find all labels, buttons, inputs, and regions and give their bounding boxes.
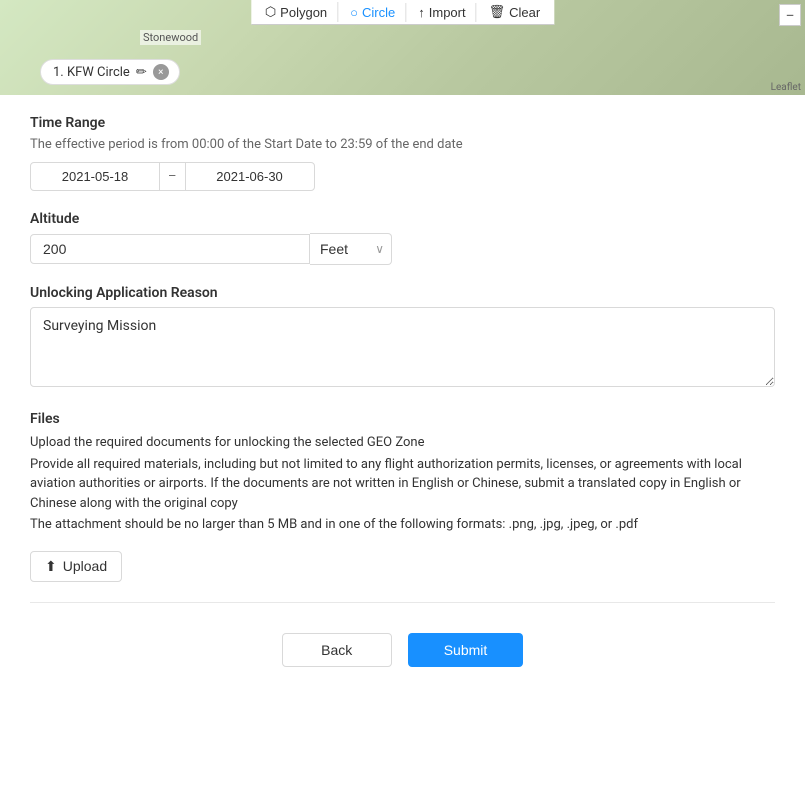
footer-buttons: Back Submit (30, 623, 775, 687)
time-range-section: Time Range The effective period is from … (30, 115, 775, 191)
clear-tool-button[interactable]: 🗑 Clear (479, 2, 551, 22)
altitude-input[interactable] (30, 234, 310, 264)
clear-label: Clear (509, 5, 540, 20)
import-icon: ↑ (418, 5, 425, 20)
upload-button[interactable]: ⬆ Upload (30, 551, 122, 582)
divider (30, 602, 775, 603)
time-range-label: Time Range (30, 115, 775, 131)
files-description-1: Upload the required documents for unlock… (30, 433, 775, 453)
map-container: ⬡ Polygon ○ Circle ↑ Import 🗑 Clear Ston… (0, 0, 805, 95)
end-date-input[interactable] (185, 162, 315, 191)
clear-icon: 🗑 (489, 4, 506, 20)
circle-label: Circle (362, 5, 395, 20)
altitude-unit-select[interactable]: Feet Meters (310, 233, 392, 265)
import-tool-button[interactable]: ↑ Import (408, 3, 476, 22)
circle-tool-button[interactable]: ○ Circle (340, 3, 406, 22)
circle-icon: ○ (350, 5, 358, 20)
polygon-label: Polygon (280, 5, 327, 20)
date-separator: – (160, 162, 185, 191)
kfw-circle-badge-label: 1. KFW Circle (53, 65, 130, 80)
kfw-circle-badge-container: 1. KFW Circle ✏ × (40, 59, 180, 85)
start-date-input[interactable] (30, 162, 160, 191)
reason-label: Unlocking Application Reason (30, 285, 775, 301)
polygon-tool-button[interactable]: ⬡ Polygon (255, 2, 338, 22)
altitude-section: Altitude Feet Meters (30, 211, 775, 265)
import-label: Import (429, 5, 466, 20)
map-stonewood-label: Stonewood (140, 30, 201, 45)
upload-label: Upload (63, 558, 107, 574)
leaflet-attribution: Leaflet (771, 82, 801, 93)
kfw-circle-badge: 1. KFW Circle ✏ × (40, 59, 180, 85)
date-range-row: – (30, 162, 775, 191)
main-content: Time Range The effective period is from … (0, 95, 805, 707)
altitude-row: Feet Meters (30, 233, 775, 265)
reason-section: Unlocking Application Reason Surveying M… (30, 285, 775, 391)
time-range-hint: The effective period is from 00:00 of th… (30, 137, 775, 152)
altitude-unit-wrapper: Feet Meters (310, 233, 392, 265)
files-label: Files (30, 411, 775, 427)
polygon-icon: ⬡ (265, 4, 276, 20)
altitude-label: Altitude (30, 211, 775, 227)
back-button[interactable]: Back (282, 633, 392, 667)
files-description-3: The attachment should be no larger than … (30, 515, 775, 535)
files-section: Files Upload the required documents for … (30, 411, 775, 582)
map-toolbar: ⬡ Polygon ○ Circle ↑ Import 🗑 Clear (251, 0, 554, 25)
reason-textarea[interactable]: Surveying Mission (30, 307, 775, 387)
zoom-minus-button[interactable]: − (779, 4, 801, 26)
files-description: Upload the required documents for unlock… (30, 433, 775, 535)
submit-button[interactable]: Submit (408, 633, 524, 667)
files-description-2: Provide all required materials, includin… (30, 455, 775, 514)
kfw-circle-pencil-icon[interactable]: ✏ (136, 65, 147, 80)
kfw-circle-close-button[interactable]: × (153, 64, 169, 80)
upload-icon: ⬆ (45, 558, 57, 575)
